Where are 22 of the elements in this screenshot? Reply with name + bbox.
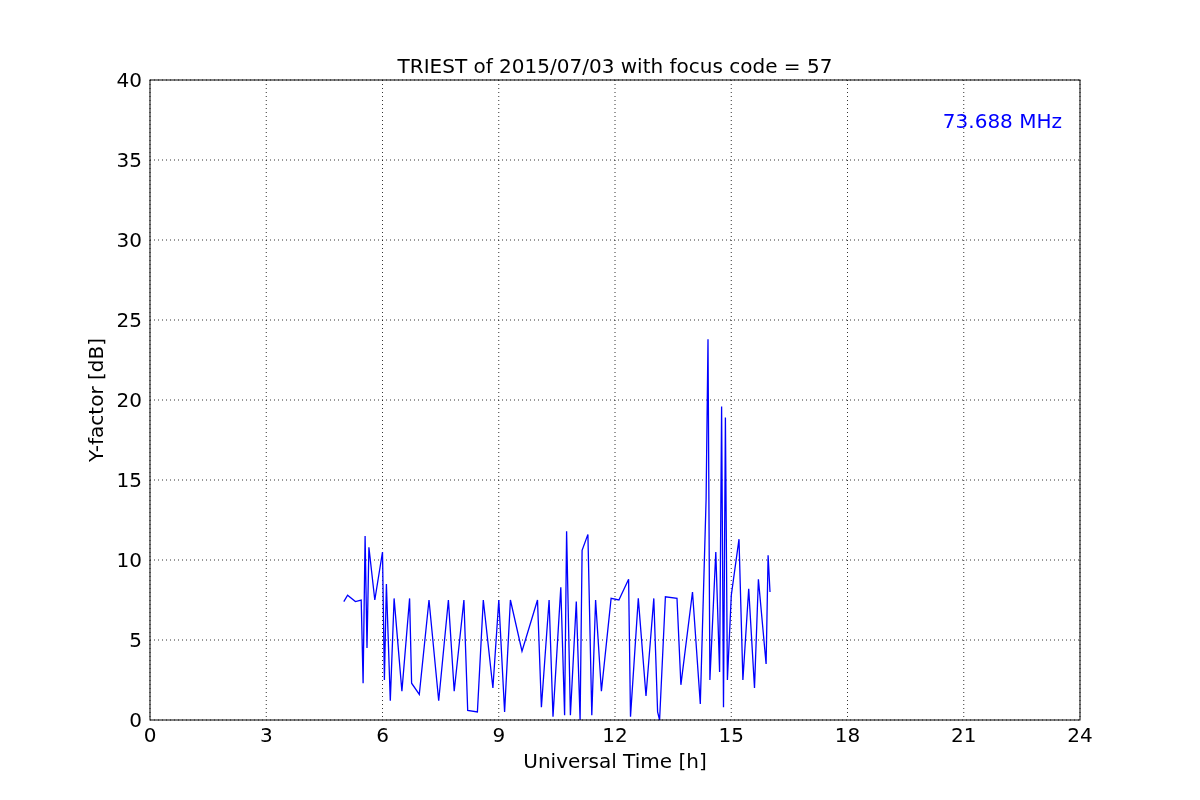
y-tick-label: 30	[116, 228, 142, 252]
y-tick-label: 25	[116, 308, 142, 332]
x-tick-label: 18	[834, 723, 861, 747]
x-tick-label: 24	[1067, 723, 1093, 747]
y-tick-label: 35	[116, 148, 142, 172]
x-axis-label: Universal Time [h]	[523, 749, 707, 773]
chart-title: TRIEST of 2015/07/03 with focus code = 57	[397, 54, 833, 78]
y-tick-label: 40	[116, 68, 142, 92]
x-tick-label: 15	[718, 723, 744, 747]
x-tick-label: 6	[376, 723, 389, 747]
x-tick-label: 0	[143, 723, 157, 747]
y-tick-label: 5	[129, 628, 142, 652]
x-tick-label: 21	[951, 723, 977, 747]
y-tick-label: 0	[129, 708, 142, 732]
y-tick-label: 20	[116, 388, 142, 412]
x-tick-label: 3	[259, 723, 273, 747]
frequency-label: 73.688 MHz	[942, 109, 1062, 133]
y-tick-label: 15	[116, 468, 142, 492]
x-tick-label: 9	[492, 723, 506, 747]
y-tick-label: 10	[116, 548, 142, 572]
y-axis-label: Y-factor [dB]	[84, 338, 108, 462]
x-tick-label: 12	[602, 723, 628, 747]
